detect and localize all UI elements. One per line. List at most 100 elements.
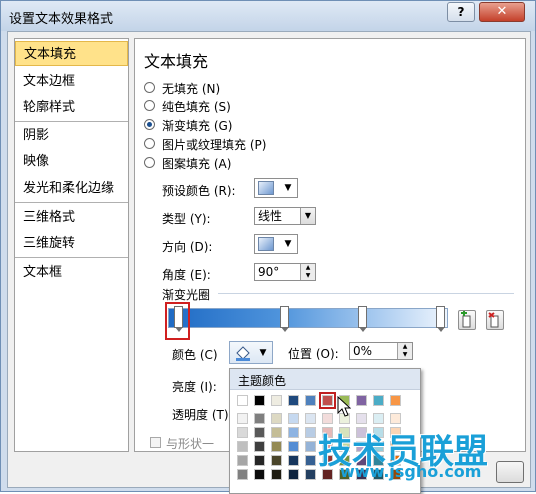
gradient-swatch-icon (258, 181, 274, 195)
shade-color-swatch[interactable] (254, 427, 265, 438)
dialog-title: 设置文本效果格式 (9, 12, 114, 27)
sidebar-item-text-box[interactable]: 文本框 (15, 260, 128, 285)
shade-color-swatch[interactable] (271, 413, 282, 424)
shade-color-swatch[interactable] (288, 427, 299, 438)
shade-color-swatch[interactable] (288, 441, 299, 452)
brightness-label: 亮度 (I): (172, 380, 217, 394)
dialog-close-button[interactable] (496, 461, 524, 483)
direction-dropdown[interactable]: ▼ (254, 234, 298, 254)
angle-spinner[interactable]: 90° ▲ ▼ (254, 263, 316, 281)
theme-colors-title: 主题颜色 (238, 374, 287, 388)
shade-color-swatch[interactable] (322, 413, 333, 424)
shade-color-swatch[interactable] (237, 455, 248, 466)
shade-color-swatch[interactable] (271, 427, 282, 438)
type-value: 线性 (258, 209, 283, 223)
shade-color-swatch[interactable] (271, 455, 282, 466)
theme-color-swatch[interactable] (356, 395, 367, 406)
rotate-with-shape-label: 与形状一 (166, 437, 215, 451)
sidebar-item-reflection[interactable]: 映像 (15, 149, 128, 174)
rotate-with-shape-checkbox[interactable] (150, 437, 161, 448)
sidebar-divider (15, 257, 128, 258)
chevron-down-icon[interactable]: ▼ (300, 208, 315, 224)
theme-color-swatch[interactable] (319, 392, 336, 409)
radio-no-fill[interactable] (144, 82, 155, 93)
gradient-swatch-icon (258, 237, 274, 251)
position-value: 0% (353, 344, 373, 358)
gradient-stops-bar[interactable] (168, 308, 448, 328)
angle-value: 90° (258, 265, 280, 279)
theme-color-swatch[interactable] (254, 395, 265, 406)
shade-color-swatch[interactable] (237, 413, 248, 424)
shade-color-swatch[interactable] (271, 441, 282, 452)
shade-color-swatch[interactable] (305, 427, 316, 438)
sidebar-item-text-fill[interactable]: 文本填充 (15, 41, 128, 66)
sidebar-item-text-outline[interactable]: 文本边框 (15, 69, 128, 94)
sidebar-item-3d-format[interactable]: 三维格式 (15, 205, 128, 230)
gradient-stop-3[interactable] (358, 306, 367, 332)
shade-color-swatch[interactable] (237, 441, 248, 452)
theme-color-swatch[interactable] (237, 395, 248, 406)
theme-color-swatch[interactable] (373, 395, 384, 406)
shade-color-swatch[interactable] (305, 469, 316, 480)
position-label: 位置 (O): (288, 347, 339, 361)
color-label: 颜色 (C) (172, 348, 218, 362)
shade-color-swatch[interactable] (305, 455, 316, 466)
direction-label: 方向 (D): (162, 240, 213, 254)
shade-color-swatch[interactable] (254, 413, 265, 424)
position-spinner[interactable]: 0% ▲ ▼ (349, 342, 413, 360)
chevron-down-icon: ▼ (284, 183, 292, 193)
gradient-stop-4[interactable] (436, 306, 445, 332)
sidebar-item-glow-soft-edges[interactable]: 发光和柔化边缘 (15, 176, 128, 201)
chevron-down-icon: ▼ (284, 239, 292, 249)
shade-color-swatch[interactable] (254, 441, 265, 452)
panel-heading: 文本填充 (144, 52, 209, 71)
add-stop-button[interactable] (458, 310, 476, 330)
shade-color-swatch[interactable] (237, 427, 248, 438)
radio-picture-texture-fill[interactable] (144, 138, 155, 149)
theme-color-swatch[interactable] (271, 395, 282, 406)
shade-color-swatch[interactable] (305, 441, 316, 452)
shade-color-swatch[interactable] (288, 469, 299, 480)
sidebar-item-shadow[interactable]: 阴影 (15, 123, 128, 148)
theme-color-swatch[interactable] (305, 395, 316, 406)
radio-gradient-fill[interactable] (144, 119, 155, 130)
shade-color-swatch[interactable] (390, 413, 401, 424)
shade-color-swatch[interactable] (237, 469, 248, 480)
gradient-stops-label: 渐变光圈 (162, 288, 211, 302)
type-select[interactable]: 线性 ▼ (254, 207, 316, 225)
sidebar-item-3d-rotation[interactable]: 三维旋转 (15, 231, 128, 256)
shade-color-swatch[interactable] (254, 455, 265, 466)
radio-label-gradient-fill: 渐变填充 (G) (162, 119, 233, 133)
remove-stop-button[interactable] (486, 310, 504, 330)
shade-color-swatch[interactable] (288, 413, 299, 424)
radio-solid-fill[interactable] (144, 100, 155, 111)
mouse-cursor-icon (337, 396, 351, 417)
shade-color-swatch[interactable] (305, 413, 316, 424)
theme-color-swatch[interactable] (390, 395, 401, 406)
category-list: 文本填充 文本边框 轮廓样式 阴影 映像 发光和柔化边缘 三维格式 三维旋转 文… (14, 38, 129, 452)
color-dropdown[interactable]: ▼ (229, 341, 273, 364)
shade-color-swatch[interactable] (271, 469, 282, 480)
chevron-down-icon: ▼ (259, 348, 267, 358)
help-button[interactable]: ? (447, 2, 475, 22)
shade-color-swatch[interactable] (288, 455, 299, 466)
spin-down-icon[interactable]: ▼ (300, 272, 315, 280)
spin-down-icon[interactable]: ▼ (397, 351, 412, 359)
shade-color-swatch[interactable] (254, 469, 265, 480)
gradient-stop-2[interactable] (280, 306, 289, 332)
preset-colors-dropdown[interactable]: ▼ (254, 178, 298, 198)
sidebar-item-outline-style[interactable]: 轮廓样式 (15, 95, 128, 120)
radio-label-no-fill: 无填充 (N) (162, 82, 221, 96)
shade-color-swatch[interactable] (356, 413, 367, 424)
paint-bucket-icon (236, 346, 250, 361)
radio-pattern-fill[interactable] (144, 157, 155, 168)
theme-color-swatch[interactable] (288, 395, 299, 406)
selected-stop-highlight (165, 302, 190, 340)
transparency-label: 透明度 (T) (172, 408, 229, 422)
radio-label-pattern-fill: 图案填充 (A) (162, 157, 232, 171)
shade-color-swatch[interactable] (373, 413, 384, 424)
close-button[interactable]: ✕ (479, 2, 525, 22)
watermark-url: www.jsgho.com (340, 462, 482, 481)
remove-gradient-stop-icon (488, 312, 499, 328)
type-label: 类型 (Y): (162, 212, 211, 226)
